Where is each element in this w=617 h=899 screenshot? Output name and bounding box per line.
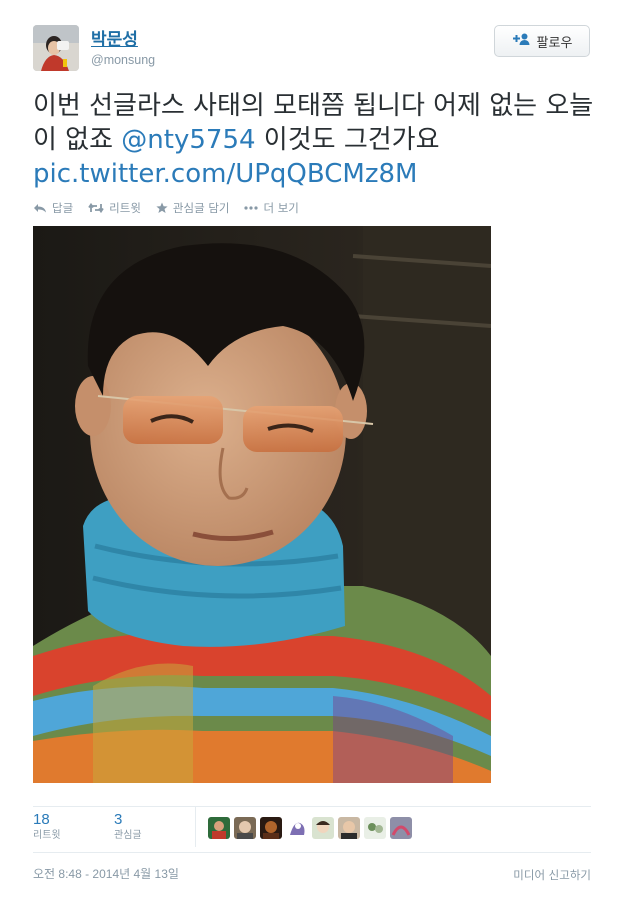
stats-divider-top [33,806,591,807]
tweet-text: 이번 선글라스 사태의 모태쯤 됩니다 어제 없는 오늘이 없죠 @nty575… [33,89,595,191]
follow-button[interactable]: 팔로우 [494,25,590,57]
favorite-count: 3 [114,811,123,828]
add-user-icon [512,33,530,49]
media-link[interactable]: pic.twitter.com/UPqQBCMz8M [33,159,417,189]
follow-button-label: 팔로우 [536,35,573,51]
user-display-name[interactable]: 박문성 [91,30,138,50]
favoriter-avatar[interactable] [286,817,308,839]
tweet-timestamp: 오전 8:48 - 2014년 4월 13일 [33,867,179,881]
favoriters-avatars [208,817,412,839]
favoriter-avatar[interactable] [312,817,334,839]
report-media-link[interactable]: 미디어 신고하기 [513,867,591,883]
mention-link[interactable]: @nty5754 [121,125,255,155]
more-icon [244,206,259,210]
tweet-actions: 답글 리트윗 관심글 담기 더 보기 [33,200,314,216]
stats-divider-bottom [33,852,591,853]
user-handle[interactable]: @monsung [91,52,155,68]
retweet-label: 리트윗 [109,201,141,215]
retweet-count: 18 [33,811,50,828]
favoriter-avatar[interactable] [208,817,230,839]
reply-label: 답글 [52,201,74,215]
reply-button[interactable]: 답글 [33,200,73,216]
favorite-stat[interactable]: 3 관심글 [114,811,142,843]
favoriter-avatar[interactable] [390,817,412,839]
favorite-count-label: 관심글 [114,830,142,841]
favorite-button[interactable]: 관심글 담기 [156,200,230,216]
favoriter-avatar[interactable] [364,817,386,839]
stats-separator [195,807,196,847]
more-button[interactable]: 더 보기 [244,200,299,216]
avatar[interactable] [33,25,79,71]
favoriter-avatar[interactable] [260,817,282,839]
favoriter-avatar[interactable] [338,817,360,839]
retweet-button[interactable]: 리트윗 [88,200,141,216]
favorite-label: 관심글 담기 [172,201,230,215]
tweet-text-part: 이것도 그건가요 [255,125,440,155]
tweet-photo[interactable] [33,226,491,783]
star-icon [156,202,168,214]
more-label: 더 보기 [263,201,299,215]
reply-icon [33,203,47,213]
retweet-count-label: 리트윗 [33,830,61,841]
retweet-icon [88,203,104,213]
retweet-stat[interactable]: 18 리트윗 [33,811,61,843]
favoriter-avatar[interactable] [234,817,256,839]
